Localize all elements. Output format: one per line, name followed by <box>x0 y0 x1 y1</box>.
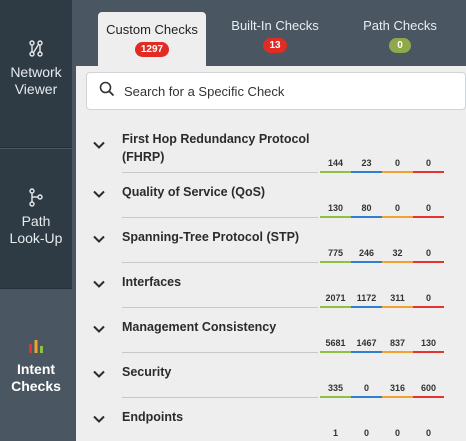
pass-count[interactable]: 144 <box>320 156 351 173</box>
tab-label: Path Checks <box>363 18 437 33</box>
search-icon <box>99 81 115 102</box>
search-input[interactable]: Search for a Specific Check <box>86 72 466 110</box>
check-title[interactable]: Interfaces <box>122 273 322 291</box>
chevron-down-icon[interactable] <box>92 412 106 426</box>
check-counts: 130 80 0 0 <box>320 201 444 218</box>
check-row[interactable]: First Hop Redundancy Protocol (FHRP) 144 2… <box>76 120 466 173</box>
warning-count[interactable]: 32 <box>382 246 413 263</box>
tab-label: Custom Checks <box>106 22 198 37</box>
check-row[interactable]: Spanning-Tree Protocol (STP) 775 246 32 0 <box>76 218 466 263</box>
check-title[interactable]: First Hop Redundancy Protocol (FHRP) <box>122 130 322 166</box>
info-count[interactable]: 0 <box>351 381 382 398</box>
check-title[interactable]: Security <box>122 363 322 381</box>
sidebar-item-path-lookup[interactable]: Path Look-Up <box>0 149 72 289</box>
sidebar-item-intent-checks[interactable]: Intent Checks <box>0 290 72 441</box>
info-count[interactable]: 1172 <box>351 291 382 308</box>
sidebar-label-intent: Intent Checks <box>11 361 61 394</box>
pass-count[interactable]: 335 <box>320 381 351 398</box>
check-list: First Hop Redundancy Protocol (FHRP) 144 2… <box>76 120 466 441</box>
check-row[interactable]: Security 335 0 316 600 <box>76 353 466 398</box>
chevron-down-icon[interactable] <box>92 322 106 336</box>
sidebar-label-path: Path Look-Up <box>9 213 63 246</box>
warning-count[interactable]: 0 <box>382 201 413 218</box>
tab-bar: Custom Checks 1297 Built-In Checks 13 Pa… <box>76 0 466 66</box>
pass-count[interactable]: 775 <box>320 246 351 263</box>
check-title[interactable]: Spanning-Tree Protocol (STP) <box>122 228 322 246</box>
error-count[interactable]: 0 <box>413 156 444 173</box>
check-row[interactable]: Interfaces 2071 1172 311 0 <box>76 263 466 308</box>
tab-custom-checks[interactable]: Custom Checks 1297 <box>98 12 206 66</box>
error-count[interactable]: 0 <box>413 291 444 308</box>
intent-checks-panel: Custom Checks 1297 Built-In Checks 13 Pa… <box>76 0 466 441</box>
chevron-down-icon[interactable] <box>92 138 106 152</box>
info-count[interactable]: 246 <box>351 246 382 263</box>
tab-label: Built-In Checks <box>231 18 319 33</box>
warning-count[interactable]: 311 <box>382 291 413 308</box>
count-badge: 1297 <box>134 42 170 57</box>
check-counts: 2071 1172 311 0 <box>320 291 444 308</box>
path-icon <box>27 187 45 209</box>
error-count[interactable]: 600 <box>413 381 444 398</box>
tab-path-checks[interactable]: Path Checks 0 <box>346 12 454 66</box>
check-title[interactable]: Management Consistency <box>122 318 322 336</box>
error-count[interactable]: 130 <box>413 336 444 353</box>
check-counts: 5681 1467 837 130 <box>320 336 444 353</box>
chevron-down-icon[interactable] <box>92 277 106 291</box>
chevron-down-icon[interactable] <box>92 232 106 246</box>
info-count[interactable]: 1467 <box>351 336 382 353</box>
check-counts: 144 23 0 0 <box>320 156 444 173</box>
info-count[interactable]: 0 <box>351 426 382 441</box>
tab-built-in-checks[interactable]: Built-In Checks 13 <box>221 12 329 66</box>
warning-count[interactable]: 837 <box>382 336 413 353</box>
sidebar-label-network: Network Viewer <box>10 64 62 97</box>
check-row[interactable]: Management Consistency 5681 1467 837 130 <box>76 308 466 353</box>
error-count[interactable]: 0 <box>413 426 444 441</box>
check-counts: 1000 <box>320 426 444 441</box>
check-title[interactable]: Quality of Service (QoS) <box>122 183 322 201</box>
network-icon <box>27 38 45 60</box>
check-title[interactable]: Endpoints <box>122 408 322 426</box>
info-count[interactable]: 23 <box>351 156 382 173</box>
check-counts: 335 0 316 600 <box>320 381 444 398</box>
chevron-down-icon[interactable] <box>92 187 106 201</box>
check-row[interactable]: Quality of Service (QoS) 130 80 0 0 <box>76 173 466 218</box>
warning-count[interactable]: 0 <box>382 426 413 441</box>
error-count[interactable]: 0 <box>413 201 444 218</box>
sidebar: Network Viewer Path Look-Up Intent Checks <box>0 0 76 441</box>
search-placeholder: Search for a Specific Check <box>124 83 285 99</box>
intent-checks-icon <box>27 335 45 357</box>
error-count[interactable]: 0 <box>413 246 444 263</box>
pass-count[interactable]: 5681 <box>320 336 351 353</box>
count-badge: 13 <box>263 38 287 53</box>
check-row[interactable]: Endpoints 1 0 0 0 <box>76 398 466 441</box>
pass-count[interactable]: 2071 <box>320 291 351 308</box>
count-badge: 0 <box>389 38 411 53</box>
pass-count[interactable]: 130 <box>320 201 351 218</box>
info-count[interactable]: 80 <box>351 201 382 218</box>
chevron-down-icon[interactable] <box>92 367 106 381</box>
warning-count[interactable]: 0 <box>382 156 413 173</box>
sidebar-item-network-viewer[interactable]: Network Viewer <box>0 0 72 148</box>
pass-count[interactable]: 1 <box>320 426 351 441</box>
warning-count[interactable]: 316 <box>382 381 413 398</box>
check-counts: 775 246 32 0 <box>320 246 444 263</box>
